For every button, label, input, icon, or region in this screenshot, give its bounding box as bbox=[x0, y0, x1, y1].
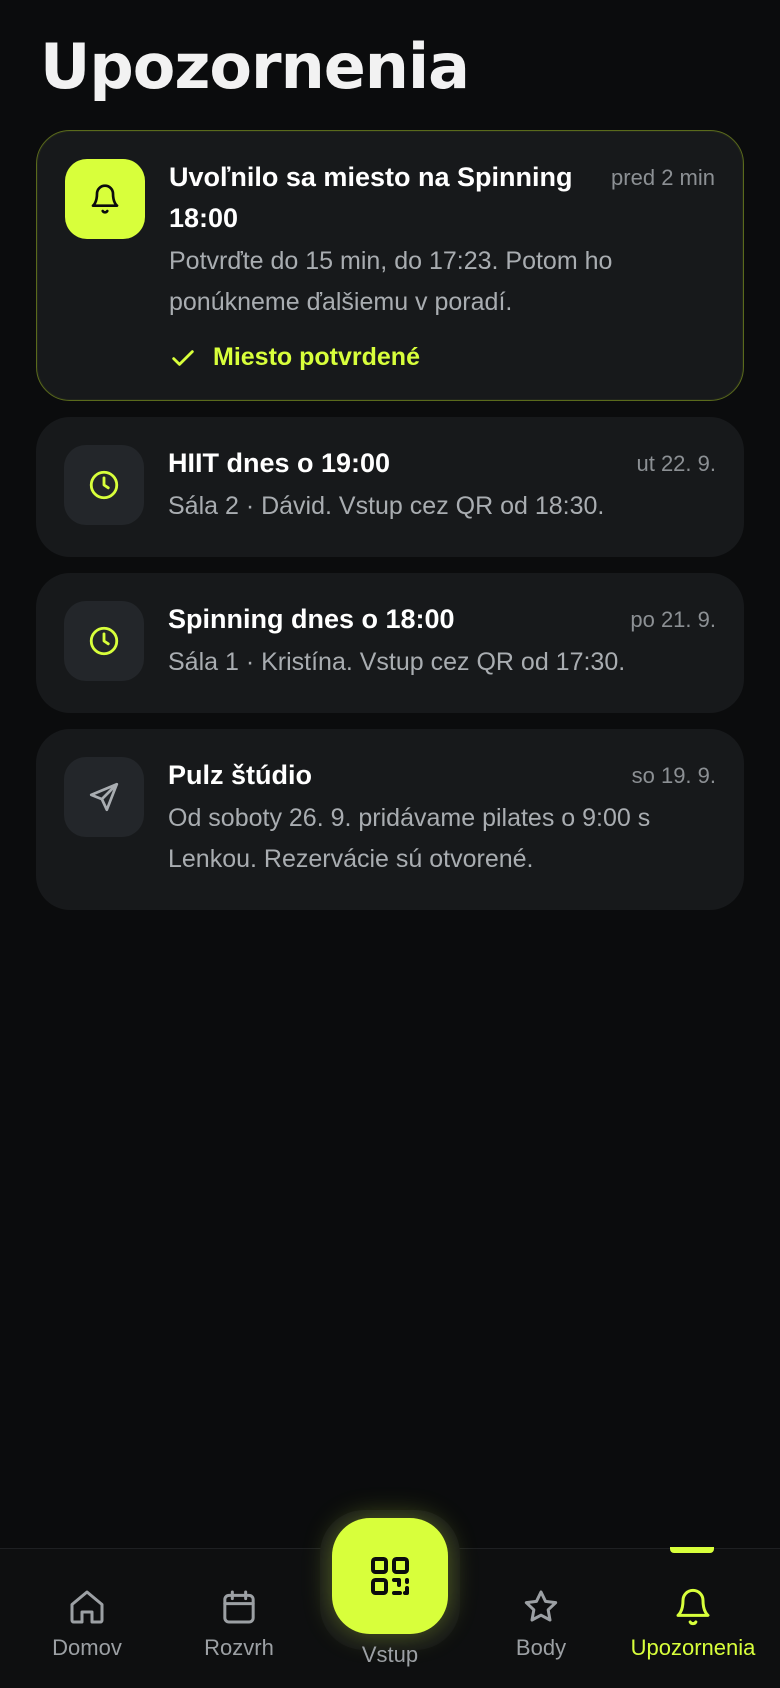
nav-label-notifications: Upozornenia bbox=[630, 1635, 756, 1660]
confirmed-status: Miesto potvrdené bbox=[169, 343, 715, 372]
notification-body: Sála 1 · Kristína. Vstup cez QR od 17:30… bbox=[168, 648, 626, 676]
nav-label-entry: Vstup bbox=[361, 1642, 419, 1667]
notification-time: pred 2 min bbox=[611, 165, 715, 190]
nav-item-notifications[interactable]: Upozornenia bbox=[618, 1587, 768, 1661]
notification-title: Pulz štúdio bbox=[168, 760, 312, 790]
bell-icon bbox=[676, 1588, 710, 1626]
clock-icon-box bbox=[64, 601, 144, 681]
qr-code-icon bbox=[371, 1557, 409, 1595]
send-icon bbox=[89, 782, 119, 812]
active-tab-indicator bbox=[670, 1547, 714, 1553]
notification-card-waitlist[interactable]: Uvoľnilo sa miesto na Spinning 18:00 pre… bbox=[36, 130, 744, 401]
calendar-icon bbox=[223, 1590, 255, 1624]
entry-qr-button[interactable] bbox=[332, 1518, 448, 1634]
notifications-screen: Upozornenia Uvoľnilo sa miesto na Spinni… bbox=[0, 0, 780, 1688]
notification-title: Spinning dnes o 18:00 bbox=[168, 604, 455, 634]
notification-body: Od soboty 26. 9. pridávame pilates o 9:0… bbox=[168, 804, 651, 873]
notification-card-hiit[interactable]: HIIT dnes o 19:00 ut 22. 9. Sála 2 · Dáv… bbox=[36, 417, 744, 557]
notification-time: so 19. 9. bbox=[631, 763, 716, 788]
bell-icon-box bbox=[65, 159, 145, 239]
clock-icon bbox=[89, 626, 119, 656]
send-icon-box bbox=[64, 757, 144, 837]
confirmed-status-label: Miesto potvrdené bbox=[213, 343, 420, 371]
notification-title: Uvoľnilo sa miesto na Spinning 18:00 bbox=[169, 162, 573, 233]
nav-label-points: Body bbox=[515, 1635, 567, 1660]
nav-label-home: Domov bbox=[52, 1635, 122, 1660]
star-icon bbox=[524, 1590, 558, 1622]
bell-icon bbox=[91, 184, 119, 214]
clock-icon bbox=[89, 470, 119, 500]
notification-list: Uvoľnilo sa miesto na Spinning 18:00 pre… bbox=[36, 130, 744, 926]
notification-time: po 21. 9. bbox=[630, 607, 716, 632]
home-icon bbox=[70, 1590, 104, 1624]
page-title: Upozornenia bbox=[40, 30, 470, 103]
nav-label-schedule: Rozvrh bbox=[204, 1635, 274, 1660]
notification-body: Sála 2 · Dávid. Vstup cez QR od 18:30. bbox=[168, 492, 605, 520]
notification-card-spinning[interactable]: Spinning dnes o 18:00 po 21. 9. Sála 1 ·… bbox=[36, 573, 744, 713]
notification-card-studio[interactable]: Pulz štúdio so 19. 9. Od soboty 26. 9. p… bbox=[36, 729, 744, 910]
check-icon bbox=[172, 349, 194, 366]
notification-title: HIIT dnes o 19:00 bbox=[168, 448, 391, 478]
notification-time: ut 22. 9. bbox=[636, 451, 716, 476]
nav-item-points[interactable]: Body bbox=[466, 1587, 616, 1661]
notification-body: Potvrďte do 15 min, do 17:23. Potom ho p… bbox=[169, 247, 613, 316]
nav-item-schedule[interactable]: Rozvrh bbox=[164, 1587, 314, 1661]
clock-icon-box bbox=[64, 445, 144, 525]
nav-item-home[interactable]: Domov bbox=[12, 1587, 162, 1661]
